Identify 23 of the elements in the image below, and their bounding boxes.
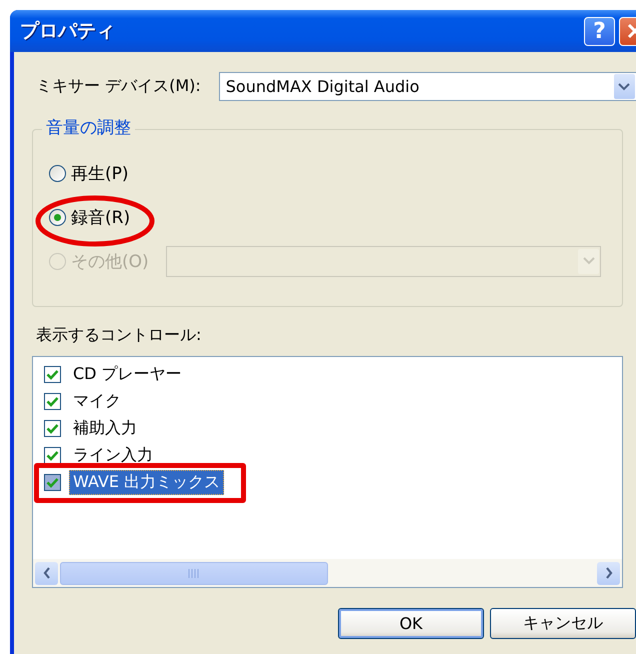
mixer-device-label: ミキサー デバイス(M): bbox=[35, 76, 201, 97]
checkbox[interactable] bbox=[44, 366, 61, 383]
checkbox[interactable] bbox=[44, 447, 61, 464]
scroll-thumb[interactable] bbox=[60, 562, 328, 584]
dialog-button[interactable]: OK bbox=[338, 608, 484, 639]
checkbox[interactable] bbox=[44, 420, 61, 437]
controls-label: 表示するコントロール: bbox=[35, 325, 202, 346]
checkbox[interactable] bbox=[44, 393, 61, 410]
list-item[interactable]: ライン入力 bbox=[69, 443, 157, 468]
list-item[interactable]: WAVE 出力ミックス bbox=[69, 470, 224, 495]
radio-button[interactable] bbox=[49, 208, 66, 226]
list-item[interactable]: CD プレーヤー bbox=[69, 362, 186, 387]
radio-button[interactable] bbox=[49, 164, 66, 182]
checkbox[interactable] bbox=[44, 474, 61, 491]
list-item[interactable]: 補助入力 bbox=[69, 416, 141, 441]
window-title: プロパティ bbox=[20, 19, 115, 44]
mixer-device-dropdown[interactable]: SoundMAX Digital Audio bbox=[218, 72, 636, 101]
scroll-left-button[interactable] bbox=[35, 562, 58, 584]
list-item[interactable]: マイク bbox=[69, 389, 125, 414]
horizontal-scrollbar[interactable] bbox=[33, 559, 622, 587]
dialog-button[interactable]: キャンセル bbox=[490, 608, 636, 639]
scroll-right-button[interactable] bbox=[597, 562, 620, 584]
radio-label[interactable]: 再生(P) bbox=[71, 162, 129, 184]
